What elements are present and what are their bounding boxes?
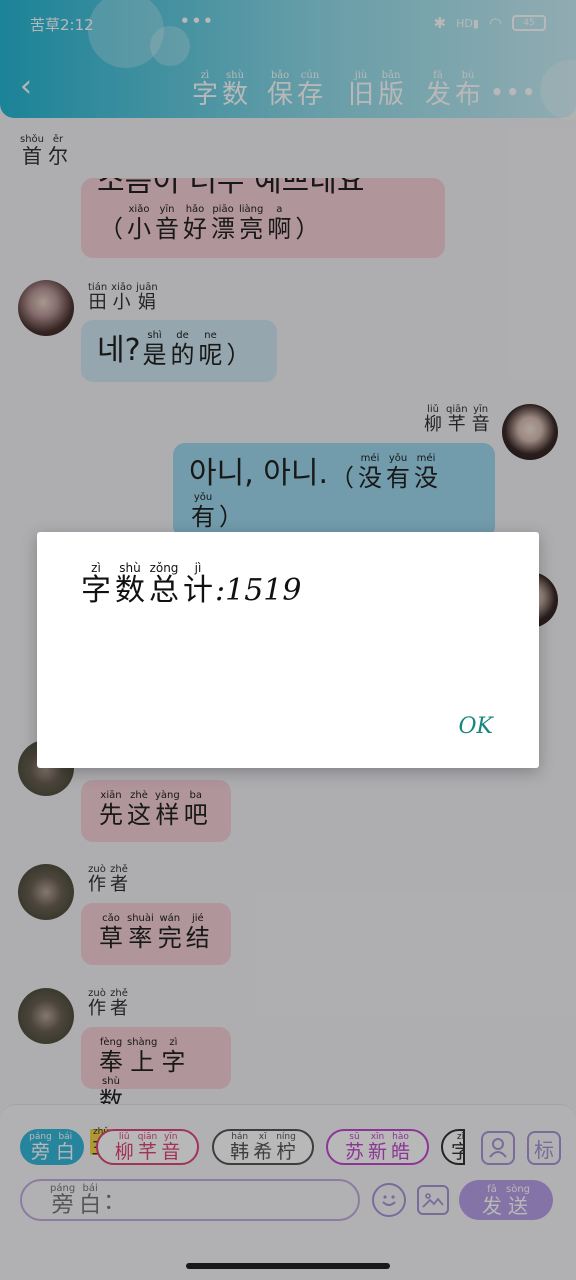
dialog-colon: : <box>215 573 226 608</box>
hanzi: 字 <box>81 573 111 608</box>
word-count-value: 1519 <box>225 573 302 608</box>
ruby-char: zǒng 总 <box>149 562 179 607</box>
chat-screen: 苦草2:12 ••• ✱ HD▮ ◠ 45 ‹ zì 字 shù 数 bǎo 保 cún 存… <box>0 0 576 1280</box>
ruby-char: jì 计 <box>183 562 213 607</box>
ruby-char: zì字 <box>81 562 111 607</box>
word-count-dialog: zì 字 shù 数 zǒng 总 jì 计:1519 OK <box>37 532 539 768</box>
ruby-char: shù 数 <box>115 562 145 607</box>
hanzi: 计 <box>183 573 213 608</box>
hanzi: 总 <box>149 573 179 608</box>
hanzi: 数 <box>115 573 145 608</box>
dialog-title-label: zì 字 shù 数 zǒng 总 jì 计 <box>79 562 215 607</box>
ok-button[interactable]: OK <box>459 714 493 739</box>
dialog-message: zì 字 shù 数 zǒng 总 jì 计:1519 <box>79 562 301 607</box>
